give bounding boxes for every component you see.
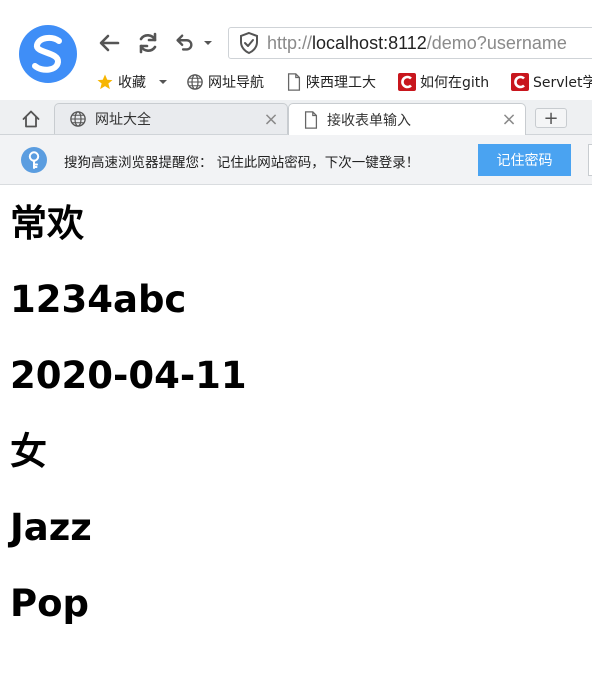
chevron-down-icon <box>159 80 167 84</box>
bookmark-label: 陕西理工大 <box>306 75 376 91</box>
back-button[interactable] <box>96 30 122 56</box>
bookmark-label: 收藏 <box>118 75 146 91</box>
refresh-button[interactable] <box>135 30 161 56</box>
key-icon <box>21 147 47 173</box>
refresh-icon <box>139 32 157 54</box>
csdn-icon <box>511 73 529 91</box>
url-path: /demo?username <box>426 32 567 53</box>
bookmark-servlet-csdn[interactable]: Servlet学 <box>511 71 592 93</box>
url-scheme: http:// <box>267 32 313 53</box>
toolbar: http://localhost:8112/demo?username 收藏 网… <box>0 0 592 100</box>
undo-button[interactable] <box>172 30 196 56</box>
browser-chrome: http://localhost:8112/demo?username 收藏 网… <box>0 0 592 185</box>
globe-icon <box>187 74 203 90</box>
value-hobby-jazz: Jazz <box>10 506 92 549</box>
value-gender: 女 <box>10 430 47 473</box>
undo-dropdown[interactable] <box>200 30 216 56</box>
tab-title: 网址大全 <box>95 112 151 128</box>
value-hobby-pop: Pop <box>10 582 90 625</box>
home-button[interactable] <box>14 106 48 132</box>
bookmark-nav[interactable]: 网址导航 <box>186 71 264 93</box>
chevron-down-icon <box>204 41 212 45</box>
url-text: http://localhost:8112/demo?username <box>267 33 567 54</box>
notification-more-button[interactable] <box>588 144 592 176</box>
close-icon[interactable]: × <box>499 109 519 130</box>
value-password: 1234abc <box>10 278 187 321</box>
undo-icon <box>176 34 193 51</box>
address-bar[interactable]: http://localhost:8112/demo?username <box>228 27 592 59</box>
bookmark-label: Servlet学 <box>533 75 592 91</box>
tab-strip: 网址大全 × 接收表单输入 × + <box>0 100 592 135</box>
star-icon <box>97 74 113 90</box>
bookmark-snut[interactable]: 陕西理工大 <box>286 71 376 93</box>
remember-password-button[interactable]: 记住密码 <box>478 144 571 176</box>
home-icon <box>22 110 40 128</box>
bookmark-github-csdn[interactable]: 如何在gith <box>398 71 489 93</box>
bookmarks-bar: 收藏 网址导航 陕西理工大 如何在gith Servlet学 <box>0 66 592 98</box>
page-icon <box>304 110 318 129</box>
notification-message: 搜狗高速浏览器提醒您： 记住此网站密码，下次一键登录！ <box>64 155 420 171</box>
bookmark-label: 网址导航 <box>208 75 264 91</box>
page-icon <box>287 73 301 91</box>
value-username: 常欢 <box>10 202 84 245</box>
close-icon[interactable]: × <box>261 109 281 130</box>
new-tab-button[interactable]: + <box>535 108 567 129</box>
bookmark-favorites[interactable]: 收藏 <box>96 71 172 93</box>
tab-title: 接收表单输入 <box>327 112 411 129</box>
page-content: 常欢 1234abc 2020-04-11 女 Jazz Pop <box>10 186 580 642</box>
tab-form-input[interactable]: 接收表单输入 × <box>288 103 526 135</box>
arrow-left-icon <box>99 34 120 52</box>
bookmark-label: 如何在gith <box>420 75 490 91</box>
value-date: 2020-04-11 <box>10 354 247 397</box>
url-host: localhost:8112 <box>312 32 427 53</box>
globe-icon <box>70 111 86 127</box>
shield-icon <box>240 31 258 55</box>
csdn-icon <box>398 73 416 91</box>
password-notification-bar: 搜狗高速浏览器提醒您： 记住此网站密码，下次一键登录！ 记住密码 <box>0 135 592 185</box>
tab-url-directory[interactable]: 网址大全 × <box>54 103 288 134</box>
